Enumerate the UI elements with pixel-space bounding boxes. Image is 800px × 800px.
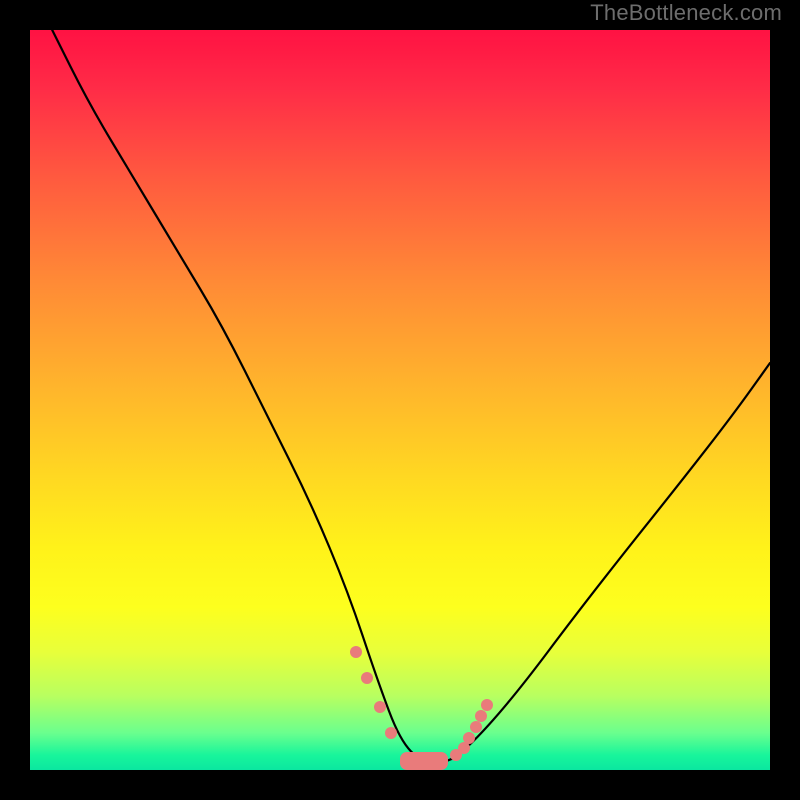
marker-dot <box>475 710 487 722</box>
curve-svg <box>30 30 770 770</box>
marker-dot <box>481 699 493 711</box>
marker-dot <box>385 727 397 739</box>
bottleneck-curve <box>52 30 770 763</box>
chart-frame: TheBottleneck.com <box>0 0 800 800</box>
marker-dot <box>470 721 482 733</box>
watermark-text: TheBottleneck.com <box>590 0 782 26</box>
marker-dot <box>463 732 475 744</box>
marker-dot <box>374 701 386 713</box>
marker-dot <box>361 672 373 684</box>
plot-area <box>30 30 770 770</box>
marker-dot <box>350 646 362 658</box>
marker-pill <box>400 752 448 770</box>
